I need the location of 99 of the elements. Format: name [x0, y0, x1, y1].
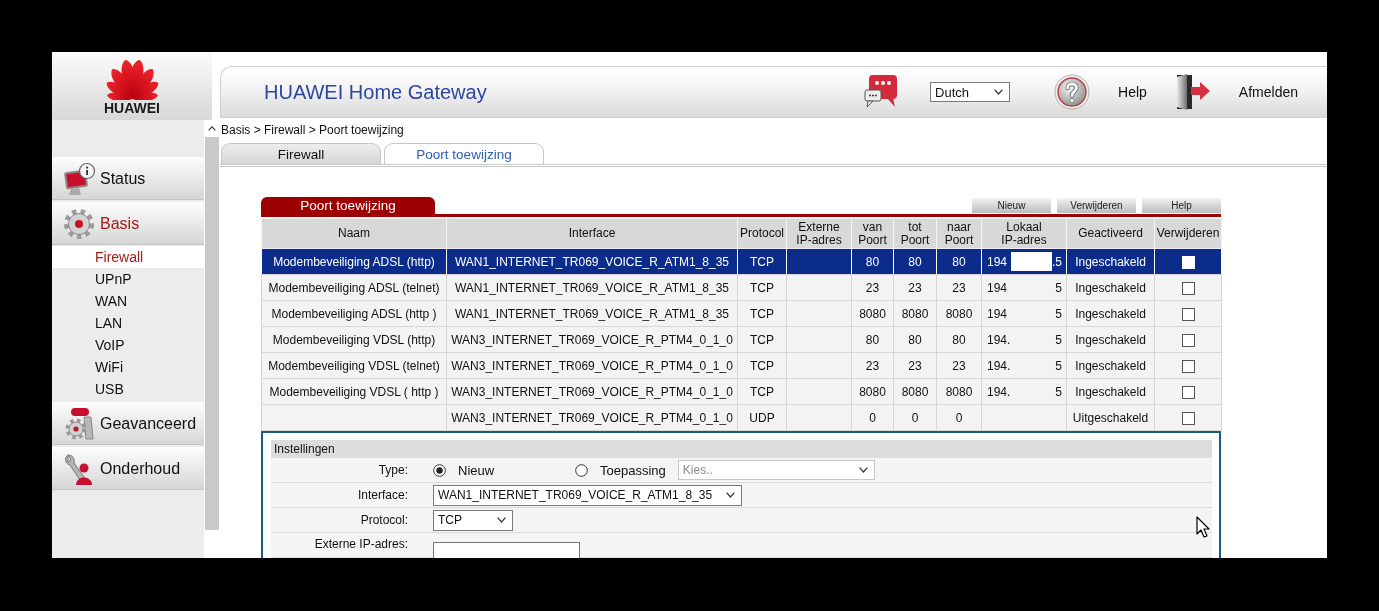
dropdown-field[interactable]: TCP: [433, 509, 513, 531]
table-row[interactable]: Modembeveiliging ADSL (telnet) WAN1_INTERNET_TR069_VOICE_R_ATM1_8_35 TCP 23 23 23 194 5 Ingeschakeld: [261, 274, 1222, 301]
ip-address-start: 194.: [987, 384, 1011, 399]
language-select[interactable]: Dutch: [930, 82, 1011, 102]
column-header: tot Poort: [893, 218, 937, 249]
checkbox[interactable]: [1181, 281, 1195, 295]
submenu-item[interactable]: WAN: [52, 290, 204, 312]
table-cell: WAN3_INTERNET_TR069_VOICE_R_PTM4_0_1_0: [446, 378, 738, 405]
submenu-item[interactable]: LAN: [52, 312, 204, 334]
column-header: Lokaal IP-adres: [981, 218, 1067, 249]
submenu-item[interactable]: WiFi: [52, 356, 204, 378]
ip-address-start: 194: [987, 254, 1008, 269]
chevron-up-icon[interactable]: [208, 126, 216, 131]
table-cell: Ingeschakeld: [1066, 326, 1155, 353]
checkbox[interactable]: [1181, 385, 1195, 399]
ip-address-end: 5: [1055, 280, 1062, 295]
table-row[interactable]: Modembeveiliging VDSL (telnet) WAN3_INTERNET_TR069_VOICE_R_PTM4_0_1_0 TCP 23 23 23 194. 5 Ingeschakeld: [261, 352, 1222, 379]
nav-item[interactable]: Onderhoud: [52, 447, 204, 490]
ip-address-end: 5: [1055, 358, 1062, 373]
checkbox[interactable]: [1181, 307, 1195, 321]
breadcrumb: Basis > Firewall > Poort toewijzing: [220, 122, 405, 139]
submenu-item[interactable]: VoIP: [52, 334, 204, 356]
checkbox[interactable]: [1181, 333, 1195, 347]
table-cell: WAN1_INTERNET_TR069_VOICE_R_ATM1_8_35: [446, 274, 738, 301]
column-header: Interface: [446, 218, 738, 249]
radio-option[interactable]: Nieuw: [433, 462, 563, 478]
gear-icon: [62, 206, 96, 241]
header-title: HUAWEI Home Gateway: [264, 80, 487, 104]
submenu-item[interactable]: Firewall: [52, 246, 204, 268]
checkbox[interactable]: [1181, 359, 1195, 373]
column-header: naar Poort: [936, 218, 982, 249]
exit-door-icon[interactable]: [1174, 74, 1211, 110]
column-header: Protocol: [737, 218, 787, 249]
logout-link[interactable]: Afmelden: [1238, 84, 1298, 100]
table-cell: Modembeveiliging ADSL (http): [261, 248, 447, 275]
dropdown-field[interactable]: WAN1_INTERNET_TR069_VOICE_R_ATM1_8_35: [433, 484, 743, 506]
column-header: Naam: [261, 218, 447, 249]
radio-option[interactable]: Toepassing: [575, 462, 666, 478]
ip-address-start: 194: [987, 306, 1008, 321]
petal-logo-icon: [104, 58, 160, 100]
table-row[interactable]: Modembeveiliging VDSL ( http ) WAN3_INTERNET_TR069_VOICE_R_PTM4_0_1_0 TCP 8080 8080 8080 194. 5 Ingeschakeld: [261, 378, 1222, 405]
table-row[interactable]: Modembeveiliging VDSL (http) WAN3_INTERNET_TR069_VOICE_R_PTM4_0_1_0 TCP 80 80 80 194. 5 Ingeschakeld: [261, 326, 1222, 353]
column-header: Geactiveerd: [1066, 218, 1155, 249]
input-field[interactable]: [433, 542, 580, 558]
field-label: Protocol:: [359, 513, 408, 527]
table-cell: WAN3_INTERNET_TR069_VOICE_R_PTM4_0_1_0: [446, 326, 738, 353]
table-cell: Modembeveiliging VDSL ( http ): [261, 378, 447, 405]
caret-down-icon: [726, 492, 736, 498]
monitor-info-icon: [62, 161, 96, 196]
toolbar-button[interactable]: Nieuw: [972, 198, 1051, 213]
table-cell: Ingeschakeld: [1066, 248, 1155, 275]
table-row[interactable]: WAN3_INTERNET_TR069_VOICE_R_PTM4_0_1_0 UDP 0 0 0 Uitgeschakeld: [261, 404, 1222, 431]
table-cell: Modembeveiliging VDSL (http): [261, 326, 447, 353]
table-cell: Uitgeschakeld: [1066, 404, 1155, 431]
panel-title: Poort toewijzing: [261, 197, 435, 214]
tab[interactable]: Firewall: [221, 143, 381, 164]
table-cell: Ingeschakeld: [1066, 274, 1155, 301]
settings-header: Instellingen: [271, 440, 1212, 458]
column-header: Externe IP-adres: [786, 218, 852, 249]
table-cell: Ingeschakeld: [1066, 352, 1155, 379]
column-header: Verwijderen: [1154, 218, 1222, 249]
table-cell: WAN3_INTERNET_TR069_VOICE_R_PTM4_0_1_0: [446, 404, 738, 431]
toolbar-button[interactable]: Help: [1142, 198, 1221, 213]
caret-down-icon: [858, 467, 868, 473]
field-label: Type:: [377, 463, 408, 477]
submenu-item[interactable]: UPnP: [52, 268, 204, 290]
checkbox[interactable]: [1181, 411, 1195, 425]
table-cell: Ingeschakeld: [1066, 378, 1155, 405]
ip-address-start: 194.: [987, 358, 1011, 373]
table-row[interactable]: Modembeveiliging ADSL (http ) WAN1_INTERNET_TR069_VOICE_R_ATM1_8_35 TCP 8080 8080 8080 194 5 Ingeschakeld: [261, 300, 1222, 327]
nav-item[interactable]: Geavanceerd: [52, 402, 204, 445]
ip-address-start: 194.: [987, 332, 1011, 347]
ip-address-end: 5: [1055, 332, 1062, 347]
ip-address-start: 194: [987, 280, 1008, 295]
table-cell: WAN1_INTERNET_TR069_VOICE_R_ATM1_8_35: [446, 300, 738, 327]
submenu-item[interactable]: USB: [52, 378, 204, 400]
ip-address-end: 5: [1055, 384, 1062, 399]
table-cell: Modembeveiliging ADSL (telnet): [261, 274, 447, 301]
table-cell: Modembeveiliging ADSL (http ): [261, 300, 447, 327]
caret-down-icon: [497, 517, 506, 523]
table-cell: Modembeveiliging VDSL (telnet): [261, 352, 447, 379]
table-cell: Ingeschakeld: [1066, 300, 1155, 327]
ip-address-end: 5: [1055, 306, 1062, 321]
table-row[interactable]: Modembeveiliging ADSL (http) WAN1_INTERNET_TR069_VOICE_R_ATM1_8_35 TCP 80 80 80 194 .5 Ingeschakeld: [261, 248, 1222, 275]
nav-item[interactable]: Basis: [52, 202, 204, 245]
field-label: Externe IP-adres:: [313, 537, 408, 551]
column-header: van Poort: [851, 218, 894, 249]
logo-text: HUAWEI: [104, 102, 160, 115]
ip-address-end: .5: [1052, 254, 1062, 269]
toolbar-button[interactable]: Verwijderen: [1057, 198, 1136, 213]
nav-item[interactable]: Status: [52, 157, 204, 200]
table-cell: WAN1_INTERNET_TR069_VOICE_R_ATM1_8_35: [446, 248, 738, 275]
field-label: Interface:: [356, 488, 408, 502]
help-icon[interactable]: [1054, 74, 1091, 110]
table-cell: WAN3_INTERNET_TR069_VOICE_R_PTM4_0_1_0: [446, 352, 738, 379]
help-link[interactable]: Help: [1118, 84, 1147, 100]
tab[interactable]: Poort toewijzing: [384, 143, 544, 164]
chat-bubbles-icon[interactable]: [864, 75, 898, 109]
caret-down-icon: [994, 89, 1004, 95]
